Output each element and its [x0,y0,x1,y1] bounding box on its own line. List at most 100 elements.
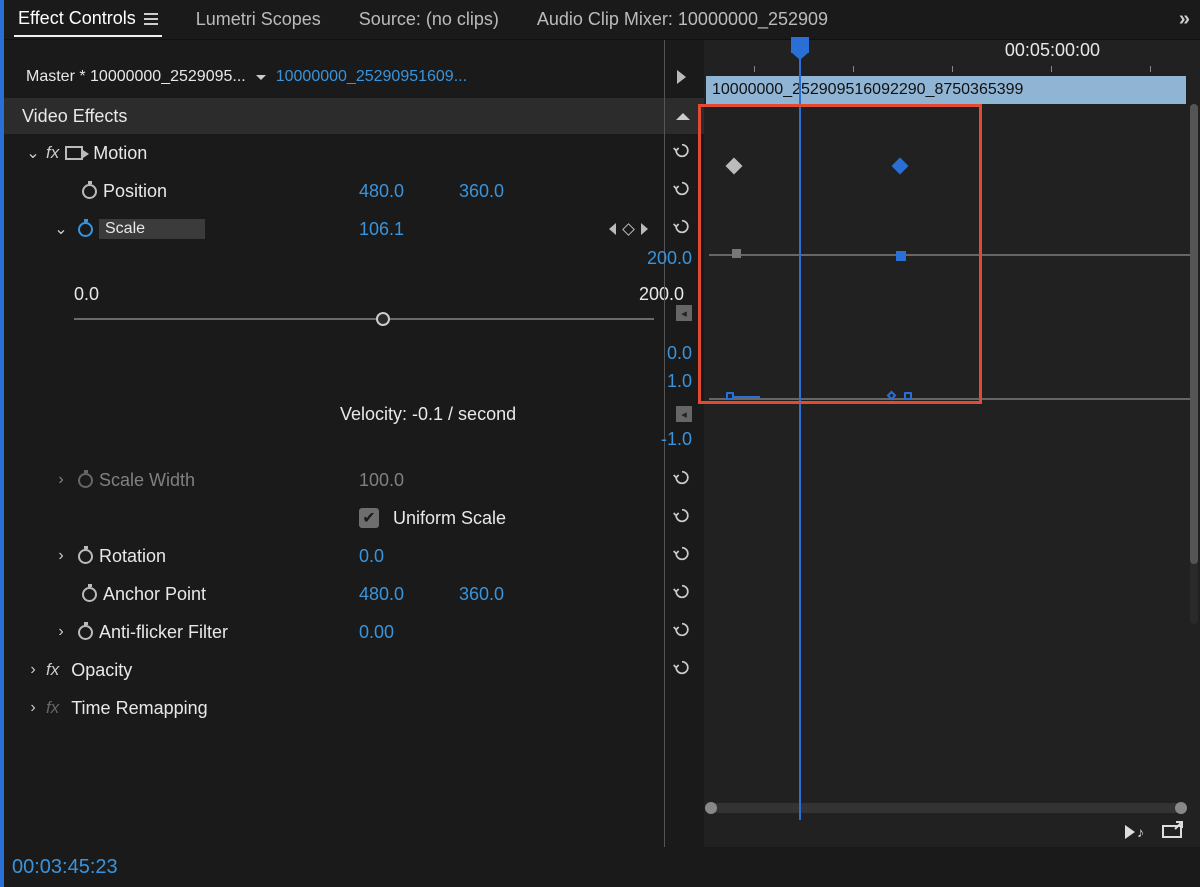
slider-max: 200.0 [639,284,684,305]
graph-toggle-icon[interactable]: ◂ [676,305,692,321]
reset-icon[interactable] [672,468,692,488]
keyframe-diamond-icon[interactable] [726,158,743,175]
position-y-value[interactable]: 360.0 [459,181,504,202]
scrollbar-cap-icon[interactable] [705,802,717,814]
scale-keyframe-lane[interactable] [704,158,1200,178]
uniform-scale-checkbox[interactable]: ✔ [359,508,379,528]
stopwatch-icon[interactable] [82,587,97,602]
motion-bounds-icon[interactable] [65,146,83,160]
slider-thumb[interactable] [376,312,390,326]
chevron-down-icon[interactable] [256,75,266,80]
sequence-clip-label[interactable]: 10000000_25290951609... [276,68,467,86]
next-keyframe-icon[interactable] [641,223,648,235]
tab-lumetri-scopes[interactable]: Lumetri Scopes [192,3,325,36]
graph-keyframe-selected-icon[interactable] [896,251,906,261]
value-graph[interactable] [704,202,1200,326]
velocity-label: Velocity: -0.1 / second [340,404,516,425]
tab-audio-clip-mixer[interactable]: Audio Clip Mixer: 10000000_252909 [533,3,832,36]
reset-icon[interactable] [672,620,692,640]
scrollbar-cap-icon[interactable] [1175,802,1187,814]
export-frame-icon[interactable] [1162,820,1184,843]
antiflicker-value[interactable]: 0.00 [359,622,394,643]
opacity-label: Opacity [71,660,132,681]
tab-effect-controls[interactable]: Effect Controls [14,2,162,37]
scale-value[interactable]: 106.1 [359,219,404,240]
stopwatch-icon[interactable] [78,625,93,640]
reset-icon[interactable] [672,141,692,161]
position-label: Position [103,181,167,202]
opacity-row[interactable]: › fx Opacity [4,651,704,689]
stopwatch-active-icon[interactable] [78,222,93,237]
scale-label[interactable]: Scale [99,219,205,239]
reset-icon[interactable] [672,658,692,678]
velocity-max: 1.0 [667,371,692,392]
horizontal-scrollbar[interactable] [706,803,1186,813]
scale-width-label: Scale Width [99,470,195,491]
slider-track[interactable] [74,309,654,329]
tab-source[interactable]: Source: (no clips) [355,3,503,36]
twisty-closed-icon[interactable]: › [26,699,40,717]
tab-label: Effect Controls [18,8,136,29]
velocity-graph[interactable] [704,358,1200,438]
fx-icon[interactable]: fx [46,143,59,163]
reset-icon[interactable] [672,582,692,602]
stopwatch-icon[interactable] [78,549,93,564]
add-keyframe-icon[interactable] [622,223,635,236]
prev-keyframe-icon[interactable] [609,223,616,235]
time-remapping-row[interactable]: › fx Time Remapping [4,689,704,727]
section-label: Video Effects [22,106,127,127]
current-timecode[interactable]: 00:03:45:23 [12,856,118,879]
stopwatch-disabled-icon [78,473,93,488]
anchor-y-value[interactable]: 360.0 [459,584,504,605]
fx-disabled-icon[interactable]: fx [46,698,59,718]
reset-icon[interactable] [672,179,692,199]
twisty-open-icon[interactable]: ⌄ [54,219,68,239]
master-clip-row: Master * 10000000_2529095... 10000000_25… [4,56,704,98]
scale-row: ⌄ Scale 106.1 [4,210,704,248]
bezier-handle-icon[interactable] [726,392,734,400]
hamburger-icon[interactable] [144,13,158,25]
graph-keyframe-icon[interactable] [732,249,741,258]
video-effects-header[interactable]: Video Effects [4,98,704,134]
mini-timeline: 00:05:00:00 10000000_252909516092290_875… [704,40,1200,847]
fx-icon[interactable]: fx [46,660,59,680]
playhead[interactable] [799,40,801,820]
twisty-closed-icon[interactable]: › [54,471,68,489]
scale-width-row: › Scale Width 100.0 [4,461,704,499]
position-x-value[interactable]: 480.0 [359,181,404,202]
graph-toggle-icon[interactable]: ◂ [676,406,692,422]
scale-width-value: 100.0 [359,470,404,491]
twisty-closed-icon[interactable]: › [26,661,40,679]
scale-slider[interactable]: 0.0 200.0 [4,276,704,329]
bezier-handle-icon[interactable] [904,392,912,400]
rotation-label: Rotation [99,546,166,567]
motion-row[interactable]: ⌄ fx Motion [4,134,704,172]
clip-bar[interactable]: 10000000_252909516092290_8750365399 [706,76,1186,104]
playhead-cap-icon[interactable] [791,37,809,53]
reset-icon[interactable] [672,544,692,564]
play-only-audio-icon[interactable]: ♪ [1125,824,1144,840]
tab-overflow-icon[interactable]: » [1179,8,1190,31]
reset-icon[interactable] [672,217,692,237]
keyframe-diamond-selected-icon[interactable] [892,158,909,175]
rotation-row: › Rotation 0.0 [4,537,704,575]
twisty-closed-icon[interactable]: › [54,623,68,641]
vertical-scrollbar[interactable] [1190,104,1198,624]
twisty-closed-icon[interactable]: › [54,547,68,565]
antiflicker-row: › Anti-flicker Filter 0.00 [4,613,704,651]
collapse-icon[interactable] [676,113,690,120]
anchor-x-value[interactable]: 480.0 [359,584,404,605]
play-icon[interactable] [677,70,686,84]
slider-min: 0.0 [74,284,99,305]
rotation-value[interactable]: 0.0 [359,546,384,567]
reset-icon[interactable] [672,506,692,526]
velocity-row: Velocity: -0.1 / second ◂ [4,399,704,429]
stopwatch-icon[interactable] [82,184,97,199]
anchor-point-row: Anchor Point 480.0 360.0 [4,575,704,613]
uniform-scale-label: Uniform Scale [393,508,506,529]
twisty-open-icon[interactable]: ⌄ [26,143,40,163]
scale-graph-min: 0.0 [667,343,692,364]
motion-label: Motion [93,143,147,164]
master-clip-label[interactable]: Master * 10000000_2529095... [26,68,246,86]
scale-graph-max: 200.0 [647,248,692,269]
